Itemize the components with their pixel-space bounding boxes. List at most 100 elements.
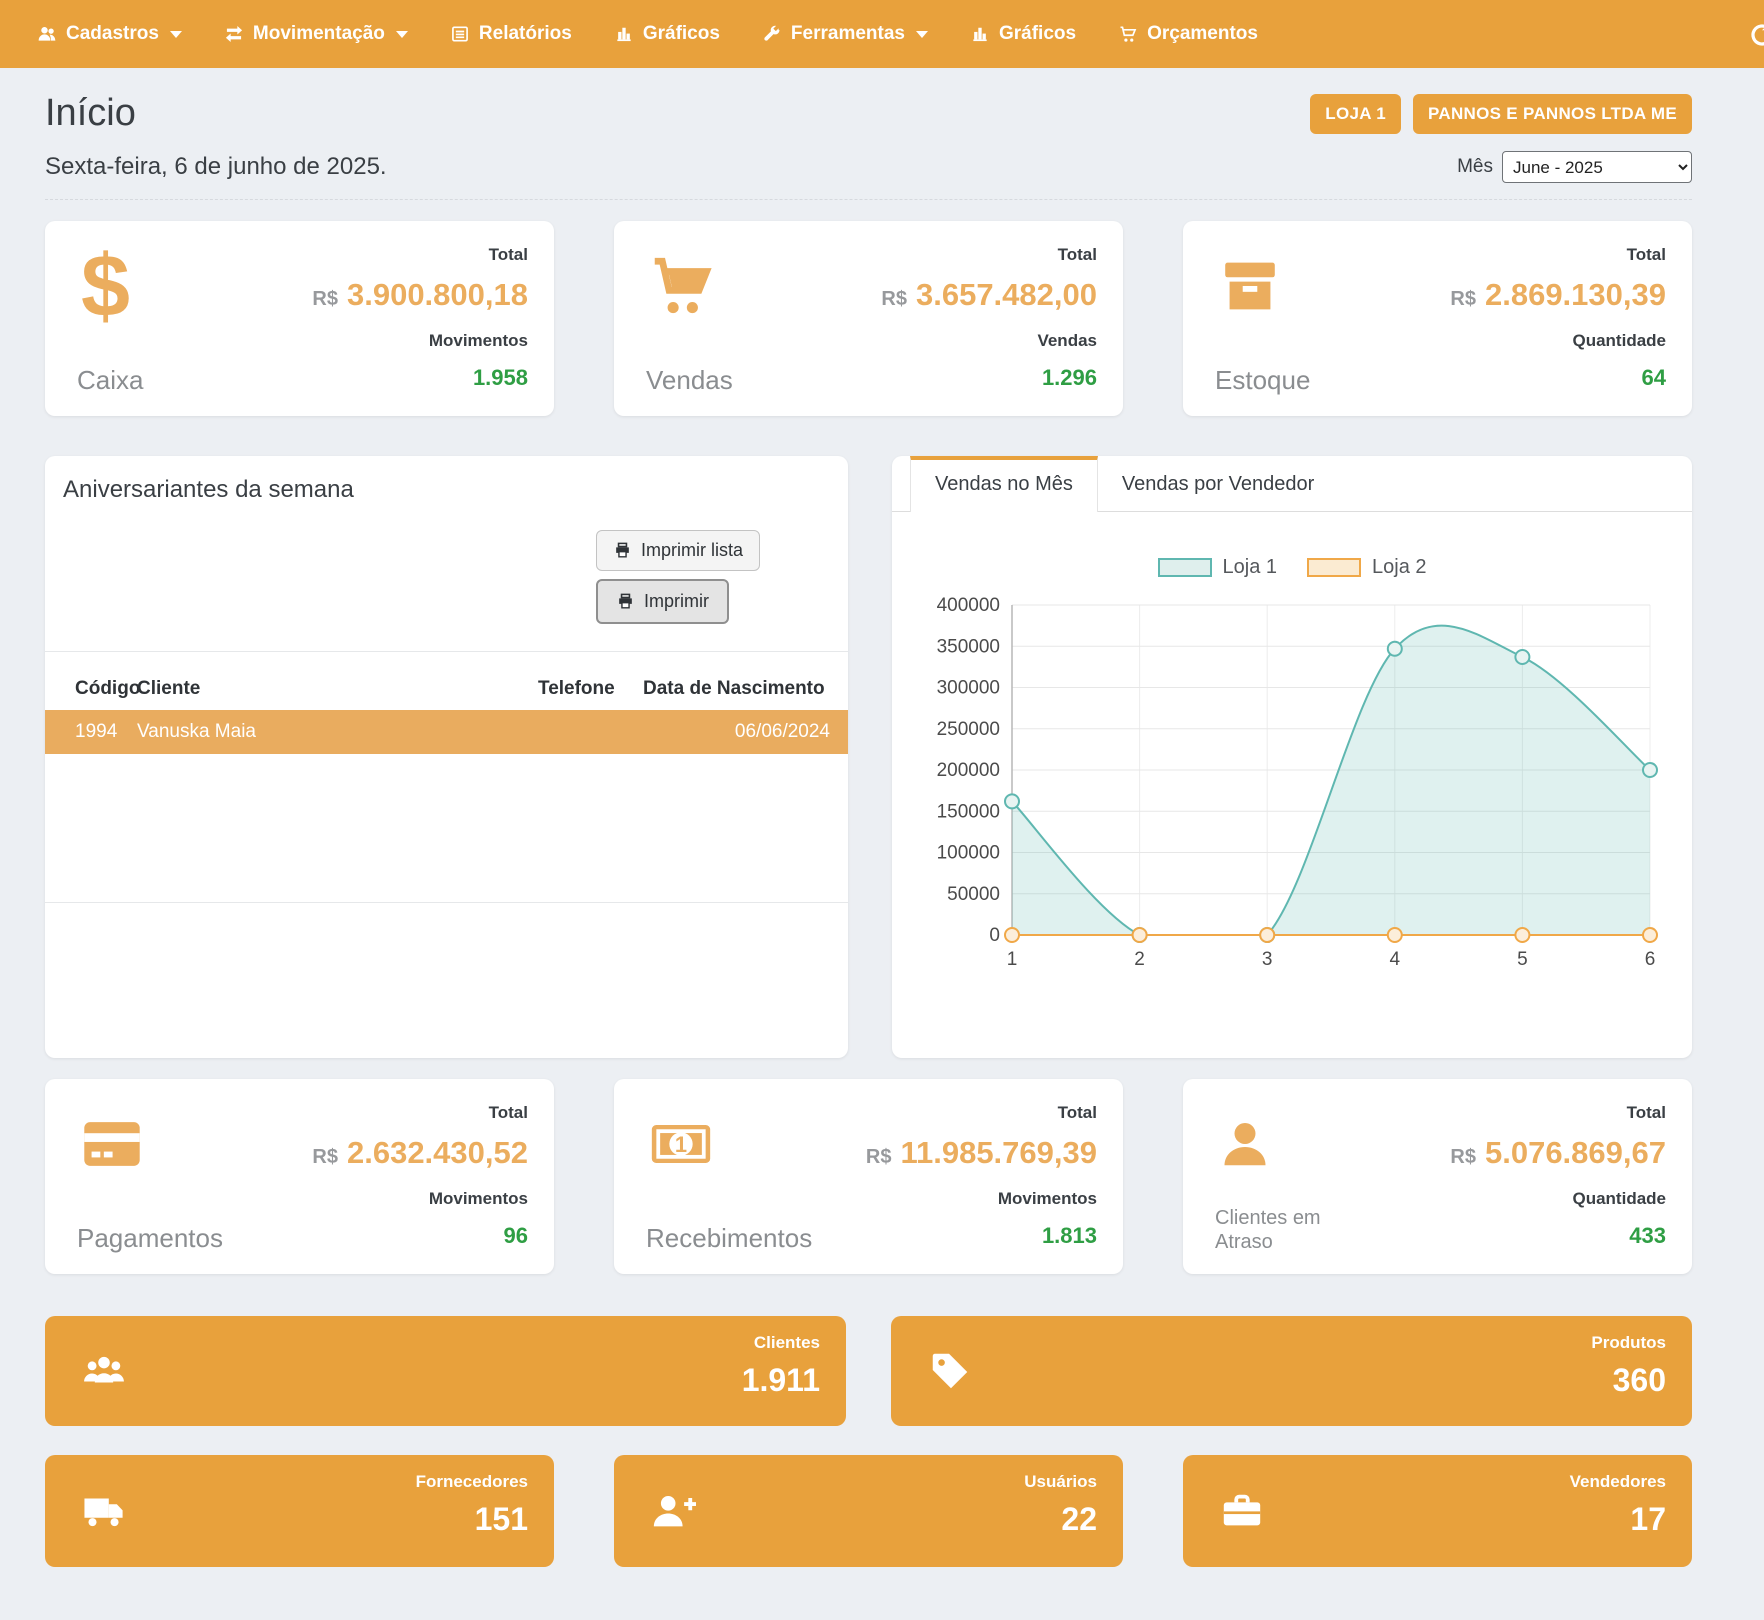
svg-text:250000: 250000: [937, 719, 1000, 740]
birthdays-title: Aniversariantes da semana: [45, 476, 848, 504]
chart-legend: Loja 1 Loja 2: [892, 556, 1692, 579]
banknote-icon: 1: [646, 1103, 816, 1185]
button-label: Imprimir: [644, 591, 709, 612]
top-nav: Cadastros Movimentação Relatórios Gráfic…: [0, 0, 1764, 68]
chart-tabs: Vendas no Mês Vendas por Vendedor: [892, 456, 1692, 512]
person-icon: [1215, 1103, 1385, 1185]
print-list-button[interactable]: Imprimir lista: [596, 530, 760, 571]
svg-text:6: 6: [1645, 949, 1656, 970]
table-row[interactable]: 1994 Vanuska Maia 06/06/2024: [45, 710, 848, 754]
button-label: Imprimir lista: [641, 540, 743, 561]
card-clientes-em-atraso: Clientes em Atraso Total R$ 5.076.869,67…: [1183, 1079, 1692, 1274]
legend-item-loja2: Loja 2: [1307, 556, 1427, 579]
banner-fornecedores: Fornecedores 151: [45, 1455, 554, 1567]
nav-item-cadastros[interactable]: Cadastros: [16, 0, 203, 68]
banner-value: 22: [1024, 1501, 1097, 1538]
count-label: Movimentos: [429, 1189, 528, 1209]
cart-icon: [1118, 24, 1138, 44]
report-icon: [450, 24, 470, 44]
tab-vendas-no-mes[interactable]: Vendas no Mês: [910, 456, 1098, 512]
nav-label: Gráficos: [999, 23, 1076, 45]
printer-icon: [616, 592, 635, 611]
count-label: Movimentos: [429, 331, 528, 351]
total-label: Total: [1058, 245, 1097, 265]
box-icon: [1215, 245, 1385, 327]
total-value: 2.869.130,39: [1485, 277, 1666, 313]
nav-item-ferramentas[interactable]: Ferramentas: [741, 0, 949, 68]
card-title: Caixa: [77, 365, 247, 396]
nav-label: Cadastros: [66, 23, 159, 45]
refresh-icon[interactable]: [1747, 20, 1764, 50]
month-select[interactable]: June - 2025: [1502, 151, 1692, 183]
nav-label: Gráficos: [643, 23, 720, 45]
banner-clientes: Clientes 1.911: [45, 1316, 846, 1426]
svg-text:350000: 350000: [937, 636, 1000, 657]
count-value: 96: [504, 1223, 528, 1249]
count-label: Quantidade: [1572, 1189, 1666, 1209]
banner-label: Fornecedores: [416, 1472, 528, 1492]
total-label: Total: [1058, 1103, 1097, 1123]
nav-label: Movimentação: [253, 23, 385, 45]
banner-value: 360: [1591, 1362, 1666, 1399]
svg-text:100000: 100000: [937, 843, 1000, 864]
banner-label: Usuários: [1024, 1472, 1097, 1492]
total-label: Total: [1627, 245, 1666, 265]
nav-label: Ferramentas: [791, 23, 905, 45]
nav-item-graficos-1[interactable]: Gráficos: [593, 0, 741, 68]
count-label: Quantidade: [1572, 331, 1666, 351]
currency-label: R$: [881, 288, 907, 311]
legend-label: Loja 1: [1223, 556, 1278, 579]
nav-label: Orçamentos: [1147, 23, 1258, 45]
month-label: Mês: [1457, 156, 1493, 178]
svg-text:50000: 50000: [947, 884, 1000, 905]
wrench-icon: [762, 24, 782, 44]
exchange-icon: [224, 24, 244, 44]
count-value: 1.958: [473, 365, 528, 391]
currency-label: R$: [1450, 288, 1476, 311]
banner-label: Clientes: [742, 1333, 820, 1353]
bar-chart-icon: [614, 24, 634, 44]
legend-item-loja1: Loja 1: [1158, 556, 1278, 579]
svg-text:300000: 300000: [937, 678, 1000, 699]
col-telefone: Telefone: [538, 668, 643, 710]
nav-item-movimentacao[interactable]: Movimentação: [203, 0, 429, 68]
chevron-down-icon: [170, 31, 182, 38]
people-icon: [81, 1348, 127, 1394]
store-badge-company[interactable]: PANNOS E PANNOS LTDA ME: [1413, 94, 1692, 134]
current-date: Sexta-feira, 6 de junho de 2025.: [45, 153, 387, 181]
svg-text:150000: 150000: [937, 801, 1000, 822]
svg-text:200000: 200000: [937, 760, 1000, 781]
card-pagamentos: Pagamentos Total R$ 2.632.430,52 Movimen…: [45, 1079, 554, 1274]
truck-icon: [81, 1488, 127, 1534]
banner-produtos: Produtos 360: [891, 1316, 1692, 1426]
print-button[interactable]: Imprimir: [596, 579, 729, 624]
user-plus-icon: [650, 1488, 696, 1534]
credit-card-icon: [77, 1103, 247, 1185]
birthdays-panel: Aniversariantes da semana Imprimir lista…: [45, 456, 848, 1058]
legend-swatch-loja1: [1158, 558, 1212, 577]
tab-vendas-por-vendedor[interactable]: Vendas por Vendedor: [1098, 456, 1338, 511]
card-title: Estoque: [1215, 365, 1385, 396]
banner-label: Vendedores: [1570, 1472, 1666, 1492]
count-label: Vendas: [1037, 331, 1097, 351]
nav-item-orcamentos[interactable]: Orçamentos: [1097, 0, 1279, 68]
svg-text:5: 5: [1517, 949, 1528, 970]
nav-item-relatorios[interactable]: Relatórios: [429, 0, 593, 68]
banner-value: 17: [1570, 1501, 1666, 1538]
col-codigo: Código: [45, 668, 137, 710]
printer-icon: [613, 541, 632, 560]
dollar-icon: $: [77, 245, 247, 327]
currency-label: R$: [312, 1146, 338, 1169]
store-badge-loja[interactable]: LOJA 1: [1310, 94, 1401, 134]
chevron-down-icon: [916, 31, 928, 38]
svg-text:3: 3: [1262, 949, 1273, 970]
count-value: 1.296: [1042, 365, 1097, 391]
card-title: Pagamentos: [77, 1223, 247, 1254]
card-caixa: $ Caixa Total R$ 3.900.800,18 Movimentos…: [45, 221, 554, 416]
nav-item-graficos-2[interactable]: Gráficos: [949, 0, 1097, 68]
birthdays-table: Código Cliente Telefone Data de Nascimen…: [45, 668, 848, 754]
banner-usuarios: Usuários 22: [614, 1455, 1123, 1567]
store-badges: LOJA 1 PANNOS E PANNOS LTDA ME: [1310, 94, 1692, 134]
total-value: 2.632.430,52: [347, 1135, 528, 1171]
total-label: Total: [489, 245, 528, 265]
